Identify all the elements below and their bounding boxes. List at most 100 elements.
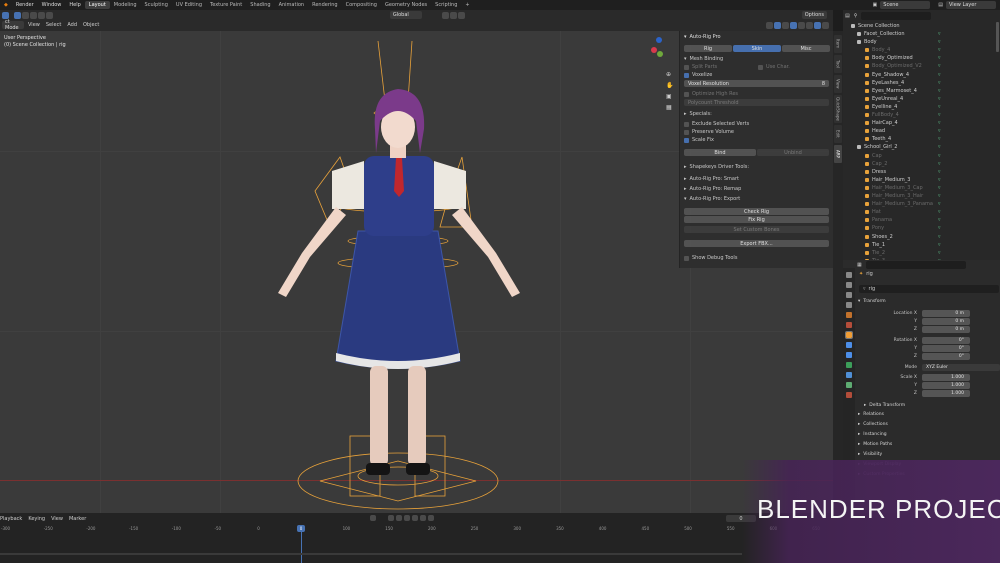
physics-tab-icon[interactable] [846, 362, 852, 368]
shading-material-icon[interactable] [814, 21, 821, 29]
scene-tab-icon[interactable] [846, 312, 852, 318]
shading-solid-icon[interactable] [806, 21, 813, 29]
shading-wireframe-icon[interactable] [798, 21, 805, 29]
sidebar-tab-edit[interactable]: Edit [834, 125, 842, 143]
tab-misc[interactable]: Misc [782, 45, 830, 52]
sidebar-tab-tool[interactable]: Tool [834, 55, 842, 73]
outliner-root[interactable]: Scene Collection [851, 22, 900, 30]
object-tab-icon[interactable] [845, 331, 853, 339]
pivot-icon[interactable] [441, 11, 449, 19]
display-mode-icon[interactable]: ▤ [845, 13, 850, 19]
delta-transform-header[interactable]: ▸ Delta Transform [864, 401, 905, 410]
bind-button[interactable]: Bind [684, 149, 756, 156]
rotation-x-field[interactable]: 0° [922, 337, 970, 344]
visibility-toggle-icon[interactable]: ▿ [938, 63, 941, 69]
scale-z-field[interactable]: 1.000 [922, 390, 970, 397]
workspace-tab-texture-paint[interactable]: Texture Paint [206, 1, 246, 9]
visibility-toggle-icon[interactable]: ▿ [938, 225, 941, 231]
outliner-item[interactable]: Hat ▿ [865, 208, 941, 216]
view-layer-selector[interactable]: View Layer [946, 1, 996, 9]
voxel-resolution-field[interactable]: Voxel Resolution 8 [684, 80, 829, 87]
rotation-mode-dropdown[interactable]: XYZ Euler [922, 364, 1000, 371]
visibility-toggle-icon[interactable]: ▿ [938, 104, 941, 110]
character-rig-scene[interactable] [260, 31, 540, 513]
modifiers-tab-icon[interactable] [846, 342, 852, 348]
visibility-toggle-icon[interactable]: ▿ [938, 153, 941, 159]
workspace-tab-rendering[interactable]: Rendering [308, 1, 342, 9]
select-intersect-mode-icon[interactable] [46, 11, 53, 19]
outliner-scrollbar[interactable] [996, 22, 999, 52]
outliner-item[interactable]: Shoes_2 ▿ [865, 233, 941, 241]
workspace-tab-modeling[interactable]: Modeling [110, 1, 141, 9]
workspace-tab-scripting[interactable]: Scripting [431, 1, 461, 9]
visibility-toggle-icon[interactable]: ▿ [938, 112, 941, 118]
set-custom-bones-button[interactable]: Set Custom Bones [684, 226, 829, 233]
outliner-item[interactable]: Eyes_Marmoset_4 ▿ [865, 87, 941, 95]
exclude-selected-verts-checkbox[interactable]: Exclude Selected Verts [684, 120, 749, 128]
preserve-volume-checkbox[interactable]: Preserve Volume [684, 128, 734, 136]
select-subtract-mode-icon[interactable] [30, 11, 37, 19]
select-extend-mode-icon[interactable] [22, 11, 29, 19]
constraints-tab-icon[interactable] [846, 372, 852, 378]
workspace-tab-animation[interactable]: Animation [275, 1, 309, 9]
visibility-toggle-icon[interactable]: ▿ [938, 193, 941, 199]
outliner-item[interactable]: Eye_Shadow_4 ▿ [865, 71, 941, 79]
sidebar-tab-view[interactable]: View [834, 75, 842, 93]
fix-rig-button[interactable]: Fix Rig [684, 216, 829, 223]
visibility-toggle-icon[interactable]: ▿ [938, 209, 941, 215]
visibility-toggle-icon[interactable]: ▿ [938, 72, 941, 78]
visibility-toggle-icon[interactable]: ▿ [938, 31, 941, 37]
visibility-toggle-icon[interactable]: ▿ [938, 39, 941, 45]
visibility-toggle-icon[interactable]: ▿ [938, 217, 941, 223]
visibility-toggle-icon[interactable]: ▿ [938, 177, 941, 183]
outliner-item[interactable]: Cap ▿ [865, 152, 941, 160]
x-axis-icon[interactable] [651, 47, 657, 53]
outliner-item[interactable]: Hair_Medium_3 ▿ [865, 176, 941, 184]
menu-object[interactable]: Object [83, 22, 99, 28]
add-workspace-button[interactable]: + [461, 1, 473, 9]
rotation-y-field[interactable]: 0° [922, 345, 970, 352]
export-fbx-button[interactable]: Export FBX... [684, 240, 829, 247]
record-icon[interactable] [370, 515, 376, 521]
navigation-gizmo[interactable] [651, 35, 667, 75]
xray-toggle-icon[interactable] [790, 21, 797, 29]
shading-rendered-icon[interactable] [822, 21, 829, 29]
outliner-search-input[interactable] [861, 11, 932, 20]
menu-help[interactable]: Help [65, 2, 84, 8]
visibility-toggle-icon[interactable]: ▿ [938, 47, 941, 53]
visibility-toggle-icon[interactable]: ▿ [938, 120, 941, 126]
location-z-field[interactable]: 0 m [922, 326, 970, 333]
sidebar-tab-arp[interactable]: ARP [834, 145, 842, 163]
unbind-button[interactable]: Unbind [757, 149, 829, 156]
voxelize-checkbox[interactable]: Voxelize [684, 71, 712, 79]
location-x-field[interactable]: 0 m [922, 310, 970, 317]
outliner-item[interactable]: EyeLashes_4 ▿ [865, 79, 941, 87]
visibility-toggle-icon[interactable]: ▿ [938, 242, 941, 248]
options-dropdown[interactable]: Options [801, 11, 828, 19]
outliner-item[interactable]: Facet_Collection ▿ [857, 30, 941, 38]
visibility-toggle-icon[interactable]: ▿ [938, 55, 941, 61]
outliner-item[interactable]: FullBody_4 ▿ [865, 111, 941, 119]
properties-search-input[interactable] [865, 260, 966, 269]
auto-rig-pro-remap-header[interactable]: ▸ Auto-Rig Pro: Remap [684, 185, 741, 193]
pan-hand-icon[interactable]: ✋ [666, 80, 673, 91]
outliner-item[interactable]: Teeth_4 ▿ [865, 135, 941, 143]
visibility-toggle-icon[interactable]: ▿ [938, 185, 941, 191]
visibility-toggle-icon[interactable]: ▿ [938, 96, 941, 102]
orientation-dropdown[interactable]: Global [389, 11, 422, 19]
y-axis-icon[interactable] [657, 51, 663, 57]
visibility-toggle-icon[interactable]: ▿ [938, 128, 941, 134]
timeline-scrollbar[interactable] [0, 553, 742, 555]
next-keyframe-icon[interactable] [420, 515, 426, 521]
workspace-tab-compositing[interactable]: Compositing [342, 1, 381, 9]
menu-playback[interactable]: Playback [0, 516, 22, 522]
visibility-toggle-icon[interactable]: ▿ [938, 136, 941, 142]
outliner-item[interactable]: Body_Optimized_V2 ▿ [865, 62, 941, 70]
outliner-item[interactable]: Tie_2 ▿ [865, 249, 941, 257]
visibility-icon[interactable] [766, 21, 773, 29]
visibility-toggle-icon[interactable]: ▿ [938, 161, 941, 167]
visibility-toggle-icon[interactable]: ▿ [938, 234, 941, 240]
mode-dropdown[interactable]: ct Mode [2, 19, 24, 31]
collections-header[interactable]: ▸ Collections [858, 420, 888, 429]
blender-logo-icon[interactable]: ◆ [0, 2, 12, 8]
